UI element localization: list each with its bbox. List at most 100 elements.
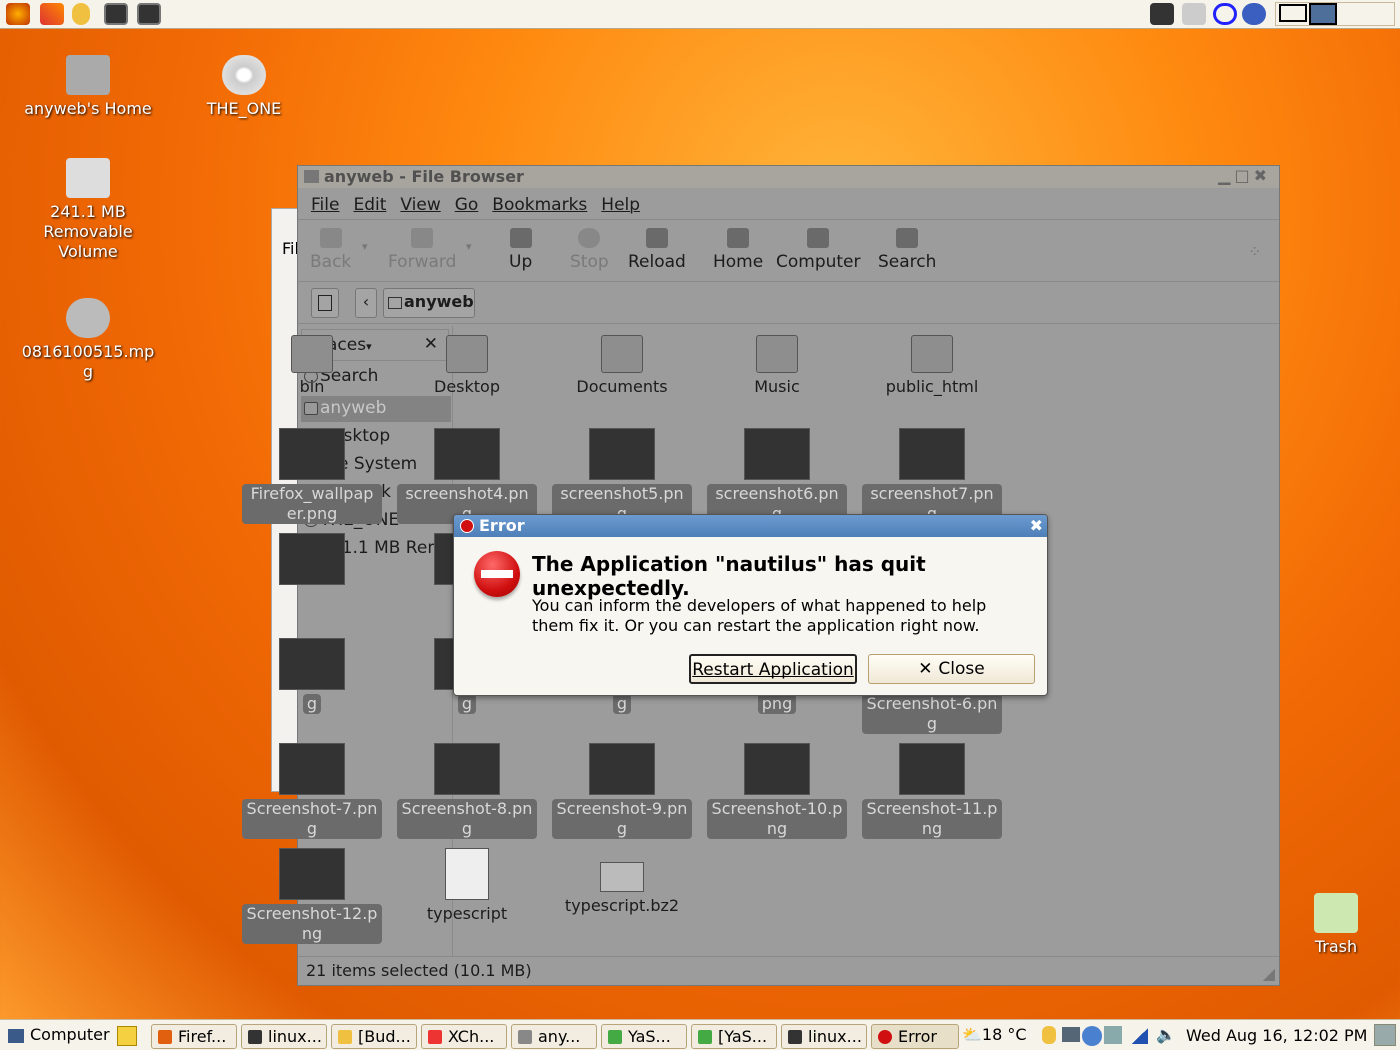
back-history-dropdown[interactable]: ▾ [362, 240, 368, 253]
toggle-location-entry-button[interactable] [311, 288, 339, 318]
file-item[interactable]: bin [242, 331, 382, 397]
printer-icon[interactable] [1182, 3, 1206, 25]
workspace-2[interactable] [1309, 3, 1337, 25]
stop-button[interactable]: Stop [570, 228, 609, 272]
menu-bookmarks[interactable]: Bookmarks [492, 195, 587, 215]
path-left-button[interactable]: ‹ [355, 288, 377, 318]
desktop-icon-home[interactable]: anyweb's Home [18, 55, 158, 119]
file-item[interactable]: Documents [552, 331, 692, 397]
path-button-anyweb[interactable]: anyweb [383, 288, 475, 318]
file-item[interactable]: g [242, 638, 382, 714]
taskbar-button[interactable]: YaS... [601, 1024, 687, 1049]
forward-button[interactable]: Forward [388, 228, 456, 272]
folder-icon [601, 335, 643, 373]
dialog-heading: The Application "nautilus" has quit unex… [532, 552, 926, 600]
show-desktop-button[interactable] [1374, 1024, 1396, 1046]
forward-history-dropdown[interactable]: ▾ [466, 240, 472, 253]
home-icon [727, 228, 750, 248]
taskbar-button[interactable]: any... [511, 1024, 597, 1049]
display-icon[interactable] [1062, 1027, 1080, 1042]
desktop-icon-volume[interactable]: 241.1 MB Removable Volume [18, 158, 158, 262]
firefox-icon [158, 1030, 172, 1044]
file-item[interactable]: Desktop [397, 331, 537, 397]
file-item[interactable]: Screenshot-10.png [707, 743, 847, 839]
volume-icon[interactable]: 🔈 [1156, 1025, 1176, 1044]
file-label: g [612, 694, 632, 714]
file-item[interactable] [242, 533, 382, 604]
file-item[interactable]: Screenshot-11.png [862, 743, 1002, 839]
taskbar-button[interactable]: linux... [781, 1024, 867, 1049]
image-thumbnail [279, 743, 345, 795]
menu-bar: File Edit View Go Bookmarks Help [298, 190, 1279, 220]
menu-go[interactable]: Go [455, 195, 479, 215]
home-button[interactable]: Home [713, 228, 763, 272]
firefox-icon[interactable] [6, 3, 30, 25]
file-item[interactable]: public_html [862, 331, 1002, 397]
taskbar-button[interactable]: [YaS... [691, 1024, 777, 1049]
power-plug-icon[interactable] [1104, 1026, 1122, 1044]
reload-button[interactable]: Reload [628, 228, 686, 272]
workspace-1[interactable] [1279, 4, 1307, 22]
desktop-icon-video[interactable]: 0816100515.mpg [18, 298, 158, 382]
network-icon[interactable] [1242, 3, 1266, 25]
file-item[interactable]: Music [707, 331, 847, 397]
file-item[interactable]: Screenshot-8.png [397, 743, 537, 839]
file-item[interactable]: screenshot7.png [862, 428, 1002, 524]
file-label: Screenshot-10.png [707, 799, 847, 839]
taskbar-button[interactable]: Firef... [151, 1024, 237, 1049]
taskbar-label: Error [898, 1027, 937, 1046]
xchat-icon [428, 1030, 442, 1044]
dialog-title-bar[interactable]: Error ✖ [454, 515, 1047, 537]
weather-applet[interactable]: ⛅18 °C [962, 1025, 1027, 1044]
clock[interactable]: Wed Aug 16, 12:02 PM [1186, 1026, 1367, 1045]
globe-update-icon[interactable] [1082, 1026, 1102, 1046]
close-icon[interactable]: ✖ [1030, 516, 1043, 535]
file-label: Screenshot-9.png [552, 799, 692, 839]
up-button[interactable]: Up [509, 228, 532, 272]
notes-icon[interactable] [117, 1026, 137, 1046]
file-label: Desktop [434, 377, 500, 396]
image-thumbnail [279, 428, 345, 480]
file-item[interactable]: Screenshot-9.png [552, 743, 692, 839]
xchat-icon[interactable] [40, 3, 64, 25]
buddy-icon[interactable] [72, 3, 90, 25]
signal-strength-icon[interactable] [1132, 1028, 1148, 1044]
file-item[interactable]: Screenshot-7.png [242, 743, 382, 839]
taskbar-button[interactable]: Error [871, 1024, 959, 1049]
menu-file[interactable]: File [311, 195, 339, 215]
file-item[interactable]: screenshot6.png [707, 428, 847, 524]
close-button[interactable]: ✕ Close [868, 654, 1035, 684]
taskbar-button[interactable]: [Bud... [331, 1024, 417, 1049]
wireless-icon[interactable] [1213, 3, 1237, 25]
file-item[interactable]: Screenshot-12.png [242, 848, 382, 944]
title-bar[interactable]: anyweb - File Browser ▁□✖ [298, 166, 1279, 188]
file-item[interactable]: screenshot5.png [552, 428, 692, 524]
buddy-icon[interactable] [1042, 1026, 1056, 1044]
resize-grip[interactable]: ◢ [1263, 964, 1275, 983]
workspace-switcher[interactable] [1275, 2, 1395, 26]
file-item[interactable]: typescript [397, 848, 537, 924]
restart-application-button[interactable]: Restart Application [689, 654, 857, 684]
terminal-icon[interactable] [104, 3, 128, 25]
menu-view[interactable]: View [400, 195, 440, 215]
sidebar-item-anyweb[interactable]: anyweb [301, 396, 451, 422]
menu-help[interactable]: Help [601, 195, 640, 215]
file-item[interactable]: Firefox_wallpaper.png [242, 428, 382, 524]
image-thumbnail [899, 428, 965, 480]
back-button[interactable]: Back [310, 228, 351, 272]
camera-icon[interactable] [1150, 3, 1174, 25]
taskbar-button[interactable]: XCh... [421, 1024, 507, 1049]
terminal-icon-2[interactable] [137, 3, 161, 25]
search-button[interactable]: Search [878, 228, 936, 272]
archive-icon [600, 862, 644, 892]
file-item[interactable]: typescript.bz2 [552, 848, 692, 916]
file-item[interactable]: screenshot4.png [397, 428, 537, 524]
desktop-icon-the-one[interactable]: THE_ONE [174, 55, 314, 119]
window-controls[interactable]: ▁□✖ [1218, 166, 1271, 185]
taskbar-button[interactable]: linux... [241, 1024, 327, 1049]
desktop-icon-trash[interactable]: Trash [1266, 893, 1400, 957]
taskbar-label: linux... [268, 1027, 322, 1046]
computer-button[interactable]: Computer [776, 228, 861, 272]
menu-edit[interactable]: Edit [353, 195, 386, 215]
computer-menu-button[interactable]: Computer [4, 1025, 110, 1044]
